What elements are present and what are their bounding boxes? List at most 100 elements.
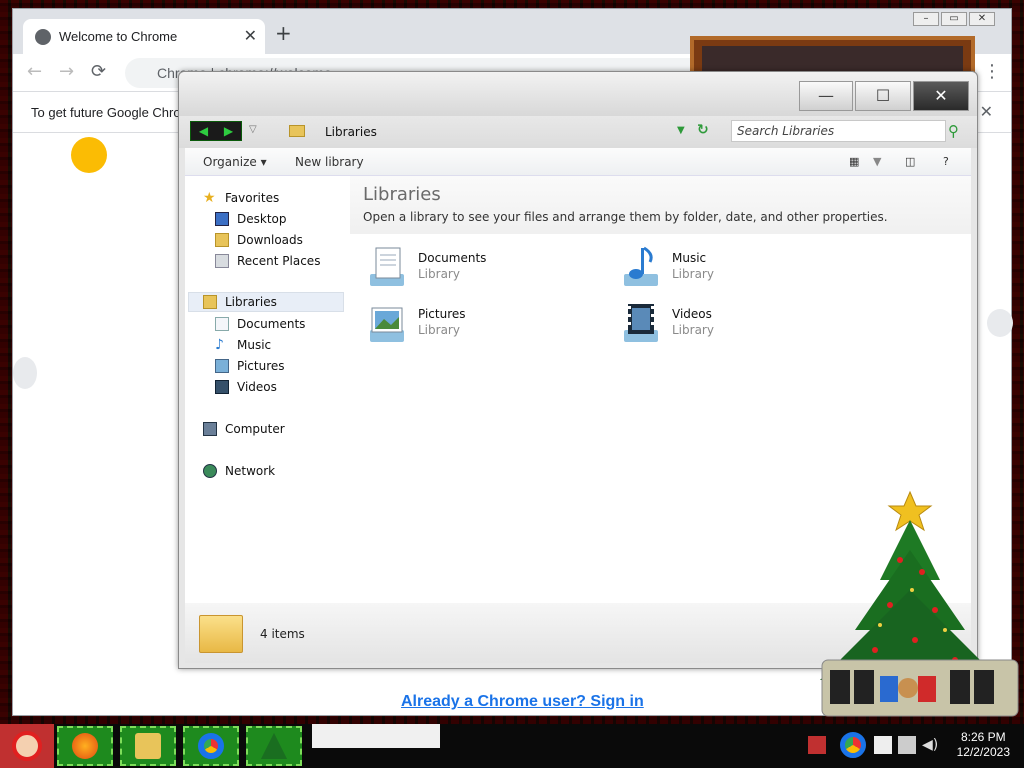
minimize-button[interactable]: — (799, 81, 853, 111)
nav-computer-label: Computer (225, 422, 285, 436)
nav-network[interactable]: Network (203, 461, 275, 481)
nav-libraries[interactable]: Libraries (188, 292, 344, 312)
chrome-icon (198, 733, 224, 759)
library-pictures[interactable]: Pictures Library (364, 300, 584, 346)
back-arrow-icon[interactable]: ◀ (199, 124, 208, 138)
nav-libraries-label: Libraries (225, 295, 277, 309)
star-icon: ★ (203, 190, 216, 206)
pictures-icon (215, 359, 229, 373)
library-videos[interactable]: Videos Library (618, 300, 838, 346)
content-header: Libraries Open a library to see your fil… (350, 176, 971, 234)
clock-date: 12/2/2023 (956, 745, 1010, 759)
back-forward-buttons[interactable]: ◀ ▶ (190, 121, 242, 141)
nav-favorites[interactable]: ★ Favorites (203, 188, 279, 208)
tab-close-icon[interactable]: ✕ (244, 26, 257, 45)
library-music[interactable]: Music Library (618, 244, 838, 290)
chrome-minimize-button[interactable]: – (913, 12, 939, 26)
taskbar: ◀) 8:26 PM 12/2/2023 (0, 724, 1024, 768)
signin-link[interactable]: Already a Chrome user? Sign in (401, 693, 644, 711)
nav-documents[interactable]: Documents (215, 314, 305, 334)
nav-downloads[interactable]: Downloads (215, 230, 303, 250)
documents-library-icon (370, 247, 404, 286)
nav-desktop[interactable]: Desktop (215, 209, 287, 229)
organize-button[interactable]: Organize ▾ (203, 155, 267, 169)
taskbar-explorer[interactable] (120, 726, 176, 766)
reload-button[interactable]: ⟳ (91, 62, 106, 82)
taskbar-chrome[interactable] (183, 726, 239, 766)
recent-pages-chevron-icon[interactable]: ▽ (249, 124, 257, 135)
nav-desktop-label: Desktop (237, 212, 287, 226)
action-center-flag-icon[interactable] (874, 736, 892, 754)
command-bar: Organize ▾ New library ▦ ▼ ◫ ? (185, 148, 971, 176)
chrome-menu-icon[interactable]: ⋮ (983, 62, 1001, 82)
decorative-shape (71, 137, 107, 173)
forward-arrow-icon[interactable]: ▶ (224, 124, 233, 138)
globe-icon (35, 29, 51, 45)
firefox-icon (72, 733, 98, 759)
infobar-close-icon[interactable]: ✕ (980, 102, 993, 121)
forward-button[interactable]: → (59, 62, 74, 82)
taskbar-firefox[interactable] (57, 726, 113, 766)
network-icon (203, 464, 217, 478)
address-dropdown-icon[interactable]: ▼ (677, 125, 685, 136)
navigation-pane: ★ Favorites Desktop Downloads Recent Pla… (185, 176, 345, 596)
nav-pictures[interactable]: Pictures (215, 356, 285, 376)
music-icon: ♪ (215, 337, 224, 353)
content-title: Libraries (363, 184, 441, 205)
preview-pane-icon[interactable]: ◫ (905, 155, 915, 168)
recent-places-icon (215, 254, 229, 268)
view-icon[interactable]: ▦ (849, 155, 859, 168)
tray-app-icon[interactable] (808, 736, 826, 754)
address-bar[interactable]: Libraries (325, 125, 377, 139)
chrome-tab-welcome[interactable]: Welcome to Chrome ✕ (23, 19, 265, 54)
back-button[interactable]: ← (27, 62, 42, 82)
computer-icon (203, 422, 217, 436)
nav-videos-label: Videos (237, 380, 277, 394)
item-count: 4 items (260, 627, 305, 641)
chrome-maximize-button[interactable]: ▭ (941, 12, 967, 26)
search-input[interactable]: Search Libraries (731, 120, 946, 142)
nav-videos[interactable]: Videos (215, 377, 277, 397)
volume-icon[interactable]: ◀) (922, 736, 940, 754)
nav-music-label: Music (237, 338, 272, 352)
nav-computer[interactable]: Computer (203, 419, 285, 439)
start-button[interactable] (0, 724, 54, 768)
clock[interactable]: 8:26 PM 12/2/2023 (957, 730, 1010, 760)
new-library-button[interactable]: New library (295, 155, 364, 169)
nav-recent-places[interactable]: Recent Places (215, 251, 320, 271)
libraries-folder-icon (289, 125, 305, 137)
folder-icon (135, 733, 161, 759)
tree-icon (261, 733, 287, 759)
tab-title: Welcome to Chrome (59, 29, 178, 44)
chrome-close-button[interactable]: ✕ (969, 12, 995, 26)
chrome-window-controls: – ▭ ✕ (913, 12, 995, 26)
maximize-button[interactable]: ☐ (855, 81, 911, 111)
new-tab-button[interactable]: + (275, 23, 292, 43)
search-icon[interactable]: ⚲ (948, 122, 959, 140)
close-button[interactable]: ✕ (913, 81, 969, 111)
nav-documents-label: Documents (237, 317, 306, 331)
taskbar-tree-gadget[interactable] (246, 726, 302, 766)
network-tray-icon[interactable] (898, 736, 916, 754)
chrome-tray-icon[interactable] (840, 732, 866, 758)
picture-frame (690, 36, 975, 76)
explorer-titlebar: — ☐ ✕ (179, 72, 977, 116)
help-button[interactable]: ? (943, 155, 949, 168)
pictures-library-icon (370, 307, 404, 342)
videos-library-icon (624, 304, 658, 342)
videos-icon (215, 380, 229, 394)
content-description: Open a library to see your files and arr… (363, 210, 888, 224)
library-name: Music (672, 251, 707, 265)
santa-icon (12, 731, 42, 761)
clock-time: 8:26 PM (960, 730, 1006, 744)
nav-downloads-label: Downloads (237, 233, 303, 247)
nav-pictures-label: Pictures (237, 359, 285, 373)
refresh-icon[interactable]: ↻ (697, 122, 709, 138)
library-name: Pictures (418, 307, 466, 321)
libraries-icon (203, 295, 217, 309)
library-documents[interactable]: Documents Library (364, 244, 584, 290)
decorative-shape (987, 309, 1013, 337)
view-dropdown-icon[interactable]: ▼ (873, 155, 881, 168)
nav-recent-places-label: Recent Places (237, 254, 321, 268)
nav-music[interactable]: ♪ Music (215, 335, 271, 355)
